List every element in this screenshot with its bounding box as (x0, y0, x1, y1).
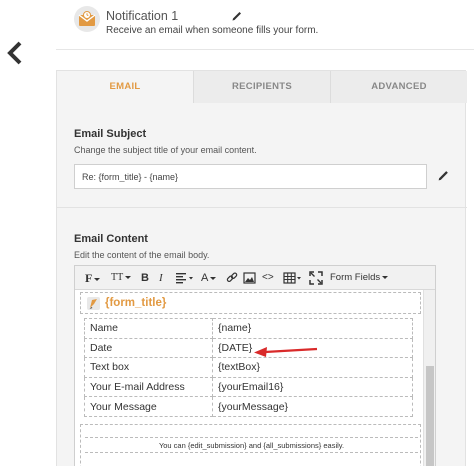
table-row: Date {DATE} (84, 337, 413, 359)
bold-button[interactable]: B (141, 271, 149, 285)
red-arrow-annotation (253, 345, 319, 364)
tab-advanced[interactable]: ADVANCED (331, 71, 467, 103)
table-dropdown[interactable] (283, 271, 303, 285)
field-value: {yourMessage} (212, 396, 413, 417)
text-color-label: A (201, 272, 209, 284)
table-row: Your E-mail Address {yourEmail16} (84, 376, 413, 398)
notification-settings-panel: EMAIL RECIPIENTS ADVANCED Email Subject … (56, 70, 467, 466)
table-row: Name {name} (84, 318, 413, 339)
scrollbar-thumb[interactable] (426, 366, 434, 466)
subject-edit-pencil-icon[interactable] (437, 169, 450, 187)
footer-block: You can {edit_submission} and {all_submi… (80, 424, 421, 466)
email-content-editor[interactable]: F TT B I A <> Form Fields {form_title} N… (74, 265, 436, 466)
fullscreen-icon[interactable] (309, 271, 323, 285)
submission-fields-table: Name {name} Date {DATE} Text box {textBox} … (84, 318, 413, 417)
field-label: Name (84, 318, 213, 339)
notification-title: Notification 1 (106, 9, 179, 23)
email-subject-description: Change the subject title of your email c… (74, 145, 257, 155)
footer-text: You can {edit_submission} and {all_submi… (85, 437, 418, 453)
email-subject-input[interactable] (74, 164, 427, 189)
form-title-row: {form_title} (80, 292, 421, 314)
font-family-dropdown[interactable]: F (85, 271, 101, 285)
tab-bar: EMAIL RECIPIENTS ADVANCED (57, 71, 467, 103)
notification-envelope-icon (74, 6, 100, 32)
font-family-label: F (85, 271, 93, 285)
font-size-label: TT (111, 272, 124, 283)
font-size-dropdown[interactable]: TT (111, 271, 132, 285)
field-value: {yourEmail16} (212, 376, 413, 398)
tab-recipients[interactable]: RECIPIENTS (194, 71, 331, 103)
table-row: Your Message {yourMessage} (84, 396, 413, 417)
italic-button[interactable]: I (159, 271, 163, 285)
tab-email[interactable]: EMAIL (57, 71, 194, 103)
editor-toolbar: F TT B I A <> Form Fields (75, 266, 435, 290)
table-row: Text box {textBox} (84, 357, 413, 378)
image-icon[interactable] (243, 271, 256, 285)
field-label: Your E-mail Address (84, 376, 213, 398)
section-divider (57, 207, 467, 208)
field-value: {name} (212, 318, 413, 339)
notification-header: Notification 1 Receive an email when som… (56, 0, 474, 50)
form-logo-icon (86, 296, 101, 316)
field-label: Your Message (84, 396, 213, 417)
email-subject-label: Email Subject (74, 128, 147, 140)
notification-subtitle: Receive an email when someone fills your… (106, 25, 319, 36)
form-fields-dropdown[interactable]: Form Fields (330, 271, 389, 285)
form-fields-label: Form Fields (330, 272, 381, 283)
email-content-label: Email Content (74, 233, 148, 245)
text-color-dropdown[interactable]: A (201, 271, 217, 285)
form-title-token: {form_title} (105, 297, 167, 309)
field-label: Date (84, 337, 213, 359)
field-label: Text box (84, 357, 213, 378)
editor-content[interactable]: {form_title} Name {name} Date {DATE} Text … (75, 290, 423, 466)
email-content-description: Edit the content of the email body. (74, 250, 210, 260)
source-code-button[interactable]: <> (262, 271, 274, 285)
editor-scrollbar[interactable] (423, 290, 435, 466)
link-icon[interactable] (225, 271, 239, 285)
align-dropdown[interactable] (175, 271, 195, 285)
back-chevron-icon[interactable] (6, 40, 24, 66)
